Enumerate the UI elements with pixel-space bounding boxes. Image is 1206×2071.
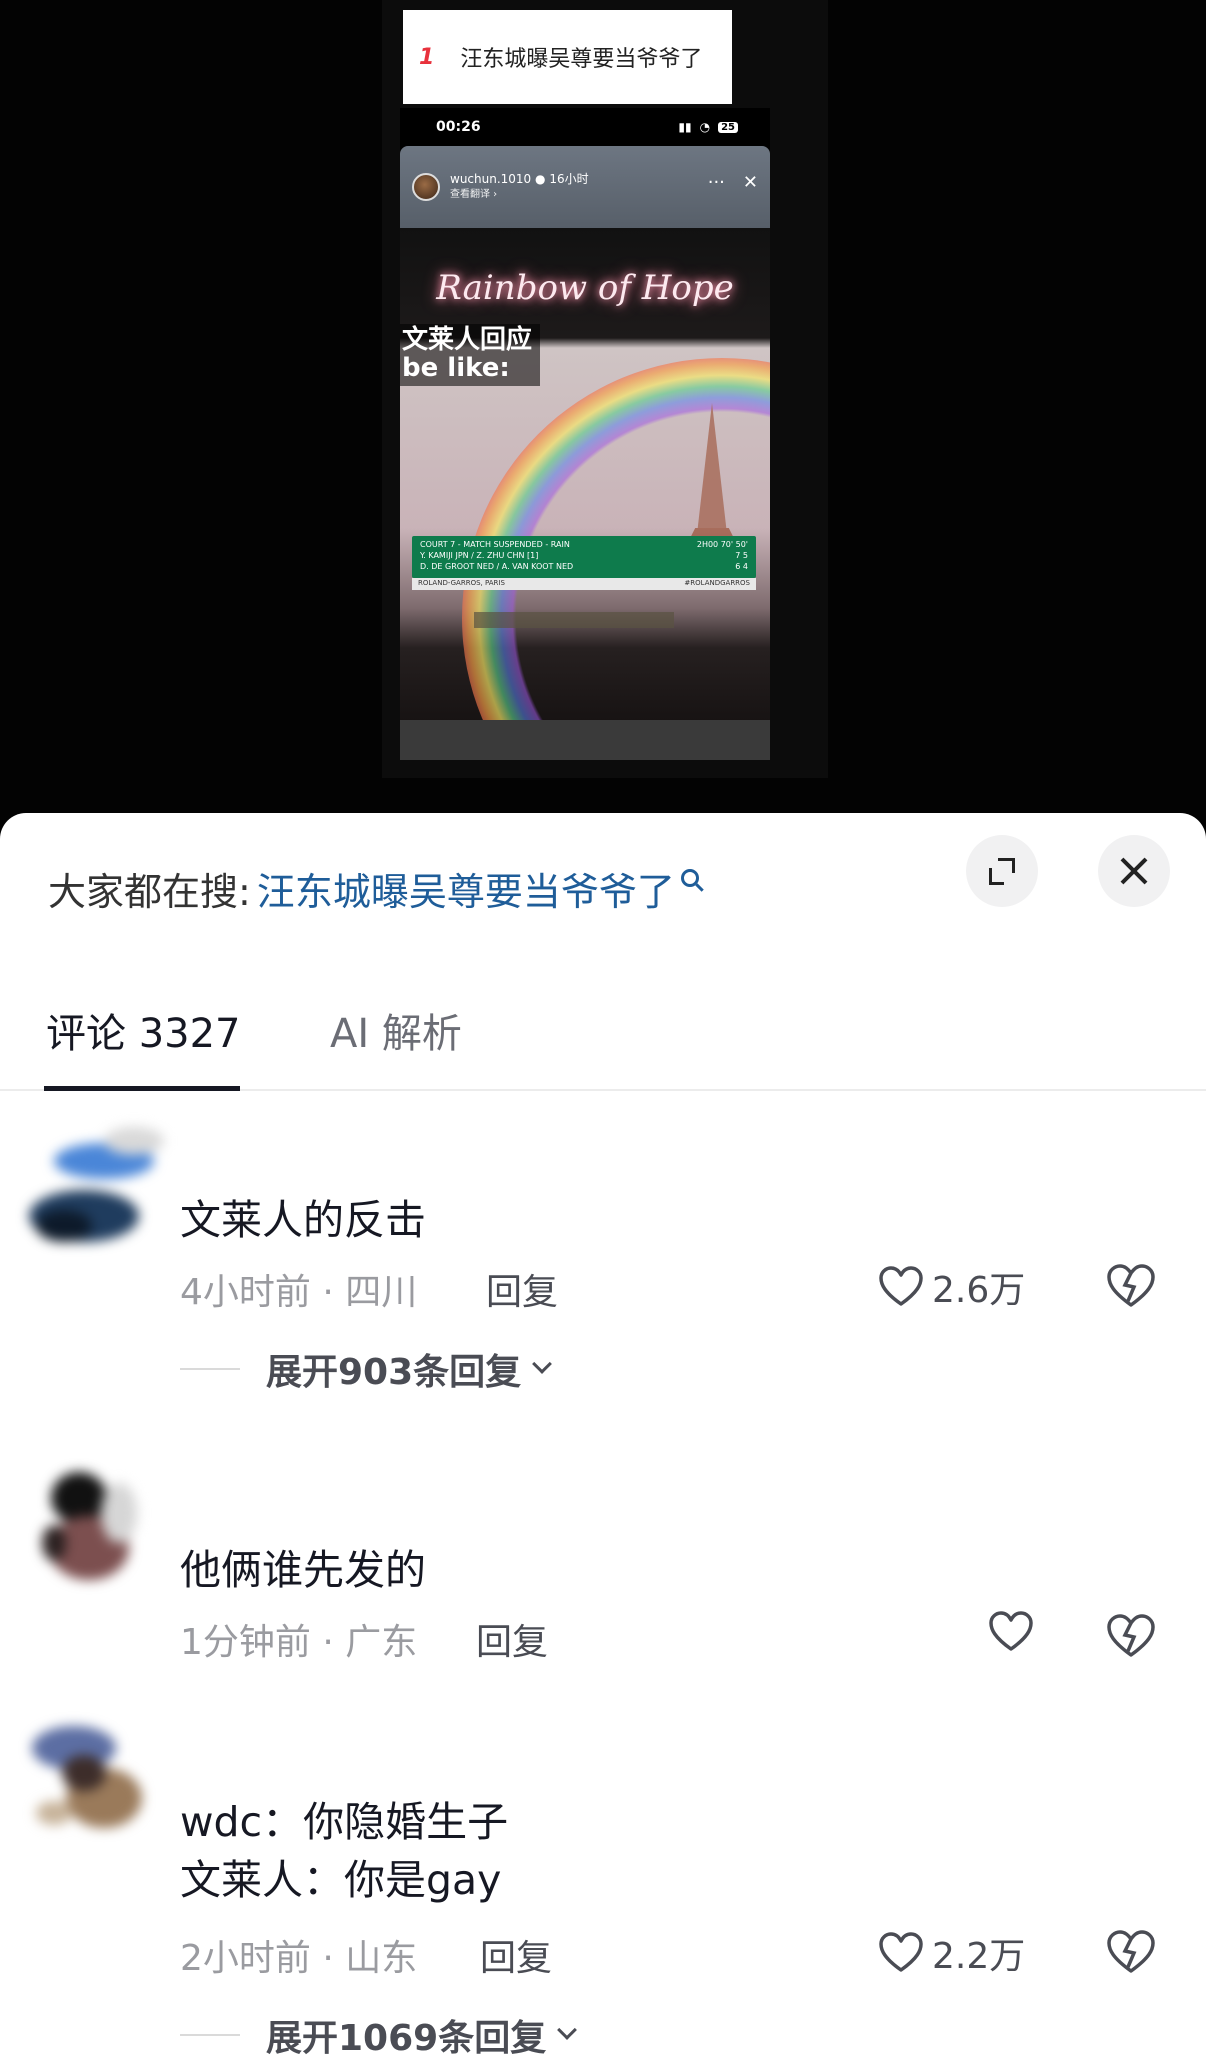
- wifi-icon: ◔: [699, 120, 711, 134]
- battery-icon: 25: [718, 121, 738, 133]
- caption-line-2: be like:: [402, 353, 510, 383]
- embedded-screenshot: 00:26 ▮▮ ◔ 25 wuchun.1010 ● 16小时 查看翻译 › …: [400, 108, 770, 760]
- like-button[interactable]: 2.2万: [878, 1927, 1025, 1979]
- story-header: wuchun.1010 ● 16小时 查看翻译 › ··· ✕: [400, 146, 770, 228]
- divider-line: [180, 1368, 240, 1370]
- search-term-link[interactable]: 汪东城曝吴尊要当爷爷了: [257, 861, 675, 916]
- expand-replies-label: 展开903条回复: [266, 1352, 522, 1393]
- reply-button[interactable]: 回复: [476, 1613, 548, 1665]
- reply-button[interactable]: 回复: [480, 1929, 552, 1981]
- story-time: 16小时: [549, 172, 589, 186]
- heart-icon: [989, 1611, 1033, 1651]
- score-foot-left: ROLAND-GARROS, PARIS: [418, 579, 505, 587]
- expand-icon: [987, 856, 1017, 886]
- phone-status-bar: 00:26 ▮▮ ◔ 25: [400, 108, 770, 146]
- verified-icon: ●: [535, 172, 546, 186]
- more-icon: ···: [707, 172, 725, 193]
- story-translate: 查看翻译 ›: [450, 189, 498, 200]
- story-avatar: [412, 173, 440, 201]
- avatar: [32, 1726, 142, 1828]
- story-username: wuchun.1010: [450, 172, 532, 186]
- comment-meta: 1分钟前 · 广东: [180, 1622, 418, 1663]
- reply-button[interactable]: 回复: [486, 1263, 558, 1315]
- video-player[interactable]: 1 汪东城曝吴尊要当爷爷了 00:26 ▮▮ ◔ 25 wuchun.1010 …: [0, 0, 1206, 830]
- comment-text: 文莱人的反击: [180, 1196, 426, 1244]
- comment-meta: 2小时前 · 山东: [180, 1938, 418, 1979]
- scoreboard: COURT 7 - MATCH SUSPENDED - RAIN 2H00 70'…: [412, 536, 756, 578]
- avatar: [29, 1127, 164, 1242]
- dislike-icon[interactable]: [1106, 1929, 1156, 1975]
- active-tab-indicator: [44, 1086, 240, 1091]
- neon-sign-text: Rainbow of Hope: [436, 268, 734, 308]
- close-icon: [1119, 856, 1149, 886]
- trending-search[interactable]: 大家都在搜: 汪东城曝吴尊要当爷爷了: [48, 861, 699, 916]
- close-button[interactable]: [1098, 835, 1170, 907]
- tab-comments[interactable]: 评论 3327: [46, 1001, 241, 1059]
- caption-line-1: 文莱人回应: [402, 325, 533, 355]
- search-prefix: 大家都在搜:: [48, 870, 251, 914]
- chevron-down-icon: [557, 2020, 578, 2040]
- like-count: 2.6万: [932, 1270, 1026, 1311]
- dislike-icon[interactable]: [1106, 1263, 1156, 1309]
- score-row-1: Y. KAMIJI JPN / Z. ZHU CHN [1]: [420, 551, 539, 560]
- story-bottom-bar: [400, 720, 770, 760]
- expand-replies-button[interactable]: 展开903条回复: [180, 1343, 553, 1395]
- chevron-down-icon: [532, 1354, 553, 1374]
- status-time: 00:26: [436, 119, 481, 135]
- tab-ai-analysis[interactable]: AI 解析: [330, 1001, 462, 1059]
- divider-line: [180, 2034, 240, 2036]
- comment-sheet: 大家都在搜: 汪东城曝吴尊要当爷爷了 评论 3327 AI 解析 文莱人的反击 …: [0, 813, 1206, 2071]
- score-header: COURT 7 - MATCH SUSPENDED - RAIN: [420, 540, 570, 549]
- comment-text: wdc：你隐婚生子 文莱人：你是gay: [180, 1798, 509, 1904]
- search-icon: [680, 868, 699, 887]
- scoreboard-footer: ROLAND-GARROS, PARIS #ROLANDGARROS: [412, 578, 756, 590]
- hot-search-title: 汪东城曝吴尊要当爷爷了: [460, 47, 703, 72]
- score-row-2-sets: 6 4: [735, 562, 748, 571]
- comment-text: 他俩谁先发的: [180, 1546, 426, 1594]
- score-row-2: D. DE GROOT NED / A. VAN KOOT NED: [420, 562, 574, 571]
- like-count: 2.2万: [932, 1936, 1026, 1977]
- score-row-1-sets: 7 5: [735, 551, 748, 560]
- like-button[interactable]: 2.6万: [878, 1261, 1025, 1313]
- comment-meta: 4小时前 · 四川: [180, 1272, 418, 1313]
- story-close-icon: ✕: [742, 172, 758, 193]
- like-button[interactable]: [988, 1611, 1042, 1653]
- expand-button[interactable]: [966, 835, 1038, 907]
- heart-icon: [879, 1266, 923, 1306]
- expand-replies-label: 展开1069条回复: [266, 2018, 547, 2059]
- score-time: 2H00 70' 50': [696, 540, 748, 549]
- avatar: [42, 1472, 137, 1580]
- score-foot-right: #ROLANDGARROS: [684, 579, 750, 587]
- hot-search-banner[interactable]: 1 汪东城曝吴尊要当爷爷了: [403, 10, 732, 104]
- signal-icon: ▮▮: [678, 120, 692, 134]
- hot-rank-number: 1: [419, 44, 435, 70]
- meme-caption: 文莱人回应 be like:: [400, 324, 541, 386]
- blurred-bar: [474, 612, 674, 628]
- dislike-icon[interactable]: [1106, 1613, 1156, 1659]
- expand-replies-button[interactable]: 展开1069条回复: [180, 2009, 578, 2061]
- comment-tabs: 评论 3327 AI 解析: [0, 979, 1206, 1091]
- story-image: Rainbow of Hope 文莱人回应 be like: COURT 7 -…: [400, 228, 770, 760]
- heart-icon: [879, 1932, 923, 1972]
